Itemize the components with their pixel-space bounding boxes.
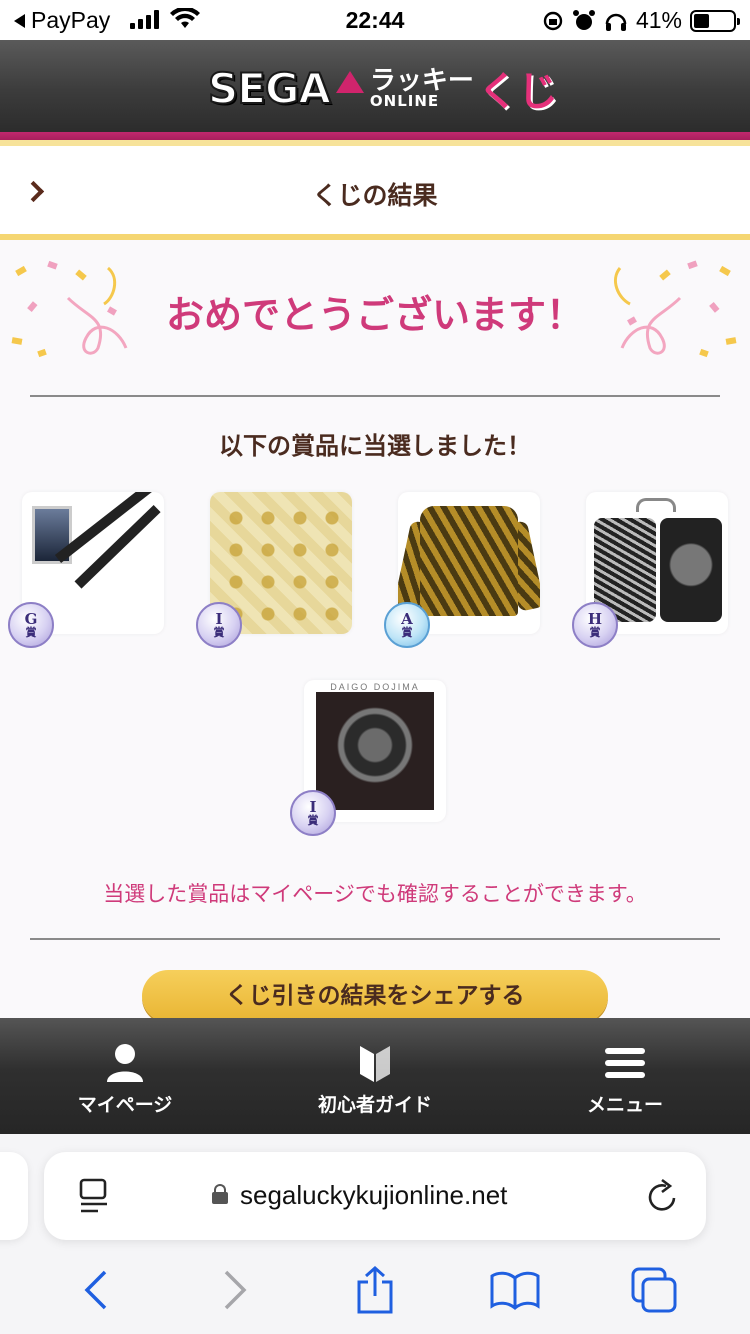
page-title: くじの結果 [312,181,438,210]
user-icon [107,1043,143,1082]
logo-sega-text: SEGA [207,63,332,114]
tabs-icon [631,1267,677,1313]
alarm-icon [572,9,595,30]
beginner-mark-icon [360,1045,390,1082]
badge-grade: I [215,610,223,628]
tabs-button[interactable] [624,1262,684,1318]
battery-icon [690,9,740,32]
badge-label: 賞 [307,814,319,827]
logo-lucky-block: ラッキー ONLINE [370,68,474,109]
chevron-right-icon [225,1270,247,1310]
divider-top [30,395,720,397]
address-bar[interactable]: segaluckykujionline.net [44,1152,706,1240]
badge-grade: A [401,610,413,628]
won-heading: 以下の賞品に当選しました！ [219,432,531,460]
chevron-left-icon [84,1270,107,1310]
spade-icon [335,71,364,93]
prize-grade-badge: I 賞 [290,790,336,836]
badge-grade: I [309,798,317,816]
mypage-note: 当選した賞品はマイページでも確認することができます。 [103,882,647,906]
logo-lucky-text: ラッキー [369,65,474,96]
nav-guide[interactable]: 初心者ガイド [250,1018,500,1134]
nav-menu[interactable]: メニュー [500,1018,750,1134]
badge-grade: H [587,610,603,628]
forward-button[interactable] [205,1262,265,1318]
prize-grade-badge: I 賞 [196,602,242,648]
hamburger-menu-icon [605,1047,645,1078]
prize-grade-badge: H 賞 [572,602,618,648]
app-bottom-nav: マイページ 初心者ガイド メニュー [0,1018,750,1134]
prize-image [316,692,434,810]
lock-icon [212,1184,228,1204]
page-menu-icon[interactable] [78,1178,110,1214]
divider-bottom [30,938,720,940]
nav-mypage-label: マイページ [77,1093,173,1116]
prize-caption: DAIGO DOJIMA [330,682,420,692]
nav-menu-label: メニュー [586,1093,663,1116]
page-title-bar: くじの結果 [0,140,750,240]
result-content: おめでとうございます！ 以下の賞品に当選しました！ G 賞 I 賞 A 賞 H … [0,240,750,1018]
nav-guide-label: 初心者ガイド [317,1093,432,1116]
site-header: SEGA ラッキー ONLINE くじ [0,40,750,140]
badge-grade: G [24,610,38,628]
prize-image [420,506,518,616]
prize-grade-badge: A 賞 [384,602,430,648]
site-logo[interactable]: SEGA ラッキー ONLINE くじ [207,60,558,116]
badge-label: 賞 [589,626,601,639]
headphones-icon [605,13,627,31]
case-hook [636,498,676,512]
share-result-button[interactable]: くじ引きの結果をシェアする [142,970,608,1018]
orientation-lock-icon [543,11,563,30]
previous-tab-peek[interactable] [0,1152,28,1240]
browser-chrome: segaluckykujionline.net [0,1134,750,1334]
bookmarks-button[interactable] [485,1262,545,1318]
status-bar: PayPay 22:44 41% [0,0,750,40]
back-button[interactable] [66,1262,126,1318]
share-icon [357,1266,393,1314]
book-icon [490,1271,540,1310]
logo-kuji-text: くじ [477,69,558,115]
badge-label: 賞 [401,626,413,639]
badge-label: 賞 [213,626,225,639]
browser-toolbar [0,1258,750,1322]
nav-mypage[interactable]: マイページ [0,1018,250,1134]
reload-icon[interactable] [646,1178,680,1214]
share-button[interactable] [345,1262,405,1318]
battery-percent: 41% [635,7,682,33]
prize-grade-badge: G 賞 [8,602,54,648]
url-text: segaluckykujionline.net [240,1180,508,1210]
logo-online-text: ONLINE [369,91,440,110]
prize-image-2 [660,518,722,622]
prize-image [220,502,342,624]
badge-label: 賞 [25,626,37,639]
congrats-heading: おめでとうございます！ [165,293,584,337]
